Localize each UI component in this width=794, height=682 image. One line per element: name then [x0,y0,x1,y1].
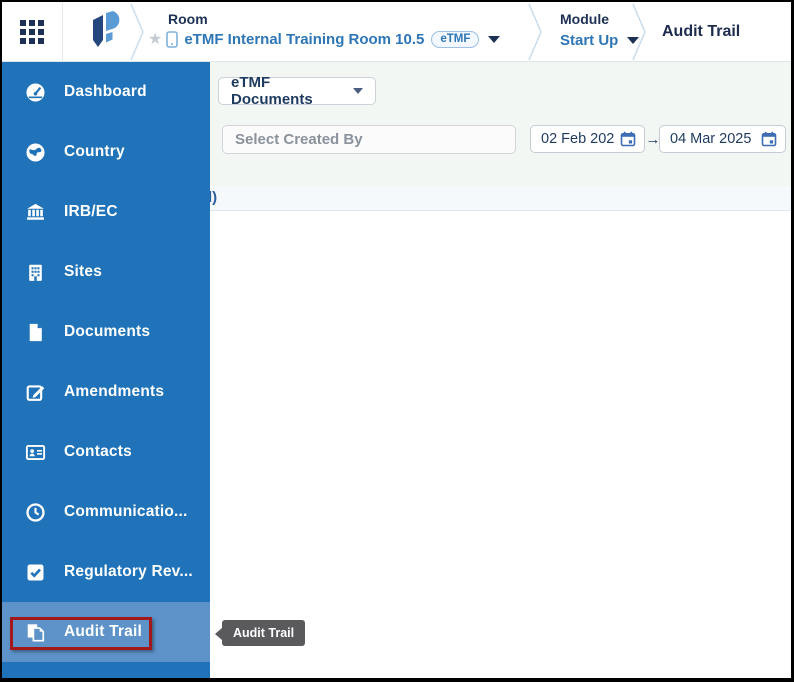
document-type-dropdown[interactable]: eTMF Documents [218,74,376,108]
sidebar-item-irb-ec[interactable]: IRB/EC [2,182,210,242]
sidebar-item-documents[interactable]: Documents [2,302,210,362]
created-by-select-input[interactable] [222,125,516,154]
breadcrumb-chevron [130,4,146,60]
bank-icon [24,201,46,223]
clock-icon [24,501,46,523]
calendar-icon[interactable] [761,131,777,147]
tooltip-arrow-icon [215,628,222,640]
document-type-dropdown-value: eTMF Documents [231,74,313,108]
dashboard-gauge-icon [24,81,46,103]
trial-interactive-logo-icon [84,9,126,60]
header-divider [62,2,63,62]
room-breadcrumb: Room ★ eTMF Internal Training Room 10.5 … [148,11,501,48]
sidebar-item-label: IRB/EC [64,203,118,220]
sidebar-item-communications[interactable]: Communicatio... [2,482,210,542]
date-from-field[interactable]: 02 Feb 2025 [530,125,645,153]
sidebar-item-label: Amendments [64,383,165,400]
sidebar-item-sites[interactable]: Sites [2,242,210,302]
module-breadcrumb: Module Start Up [560,11,640,49]
sidebar-item-label: Sites [64,263,103,280]
sidebar-item-label: Regulatory Rev... [64,563,193,580]
module-label: Module [560,11,609,27]
date-range-arrow-icon: → [645,130,661,148]
page-title: Audit Trail [662,23,741,40]
sidebar-item-label: Documents [64,323,151,340]
sidebar-nav: Dashboard Country IRB/EC Sites Documents [2,62,210,678]
hospital-building-icon [24,261,46,283]
module-value[interactable]: Start Up [560,32,618,49]
sidebar-item-amendments[interactable]: Amendments [2,362,210,422]
date-to-field[interactable]: 04 Mar 2025 [659,125,786,153]
top-header-bar: Room ★ eTMF Internal Training Room 10.5 … [2,2,791,62]
sidebar-item-label: Country [64,143,125,160]
app-window: Room ★ eTMF Internal Training Room 10.5 … [2,2,791,678]
sidebar-item-audit-trail[interactable]: Audit Trail [2,602,210,662]
room-dropdown-caret-icon[interactable] [488,36,501,43]
app-grid-menu-icon[interactable] [20,20,44,44]
room-name[interactable]: eTMF Internal Training Room 10.5 [184,31,424,48]
id-card-icon [24,441,46,463]
sidebar-item-regulatory-review[interactable]: Regulatory Rev... [2,542,210,602]
sidebar-item-label: Contacts [64,443,132,460]
audit-trail-tooltip: Audit Trail [215,620,306,646]
copy-documents-icon [24,621,46,643]
breadcrumb-chevron [632,4,648,60]
tooltip-text: Audit Trail [233,626,295,640]
dropdown-caret-icon [353,88,363,94]
globe-icon [24,141,46,163]
calendar-icon[interactable] [620,131,636,147]
check-square-icon [24,561,46,583]
sidebar-item-dashboard[interactable]: Dashboard [2,62,210,122]
room-type-badge: eTMF [431,31,480,48]
mobile-device-icon [166,31,179,48]
sidebar-item-label: Audit Trail [64,623,142,640]
screenshot-frame: Room ★ eTMF Internal Training Room 10.5 … [0,0,794,682]
sidebar-item-country[interactable]: Country [2,122,210,182]
document-icon [24,321,46,343]
sidebar-item-contacts[interactable]: Contacts [2,422,210,482]
room-label: Room [168,11,208,27]
date-from-value: 02 Feb 2025 [541,131,615,147]
edit-pencil-icon [24,381,46,403]
date-to-value: 04 Mar 2025 [670,131,752,147]
sidebar-item-label: Dashboard [64,83,147,100]
sidebar-item-label: Communicatio... [64,503,188,520]
favorite-star-icon[interactable]: ★ [148,31,162,48]
breadcrumb-chevron [528,4,544,60]
